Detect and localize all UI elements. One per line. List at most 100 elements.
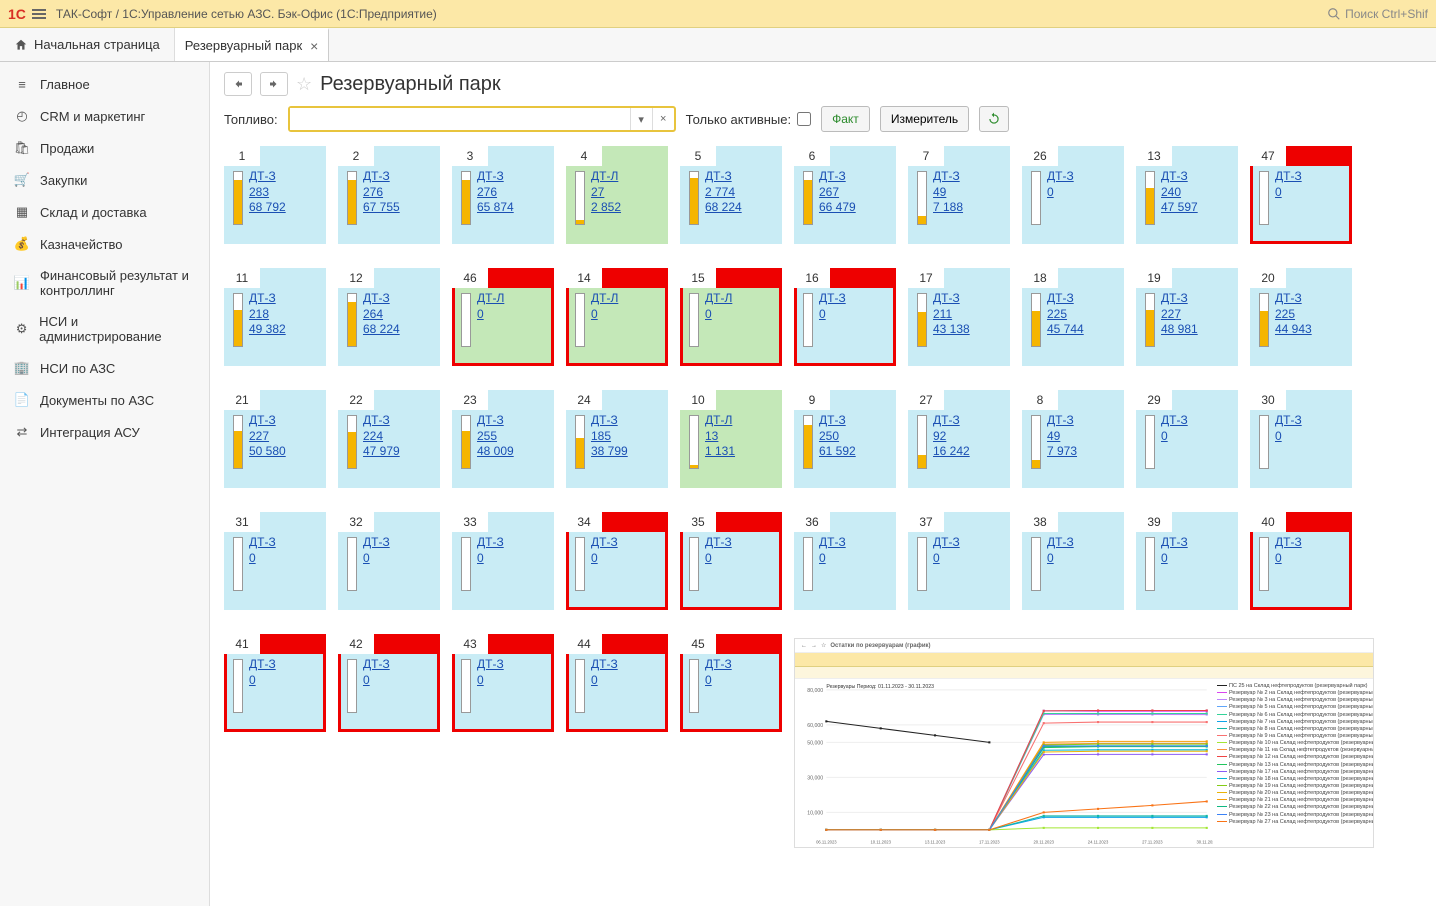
global-search[interactable]: Поиск Ctrl+Shif [1327, 7, 1428, 21]
sidebar-item-warehouse[interactable]: ▦Склад и доставка [0, 196, 209, 228]
tank-value2-link[interactable]: 7 973 [1047, 444, 1077, 460]
tank-value1-link[interactable]: 264 [363, 307, 400, 323]
tank-value2-link[interactable]: 16 242 [933, 444, 970, 460]
tank-fuel-link[interactable]: ДТ-З [249, 535, 276, 551]
tank-card[interactable]: 19ДТ-З22748 981 [1136, 268, 1238, 366]
sidebar-item-main[interactable]: ≡Главное [0, 68, 209, 100]
tank-value1-link[interactable]: 250 [819, 429, 856, 445]
tank-fuel-link[interactable]: ДТ-З [363, 535, 390, 551]
tank-card[interactable]: 46ДТ-Л0 [452, 268, 554, 366]
tank-fuel-link[interactable]: ДТ-З [477, 535, 504, 551]
tank-value1-link[interactable]: 240 [1161, 185, 1198, 201]
tank-value2-link[interactable]: 1 131 [705, 444, 735, 460]
tank-value2-link[interactable]: 68 792 [249, 200, 286, 216]
tank-card[interactable]: 9ДТ-З25061 592 [794, 390, 896, 488]
chart-star-icon[interactable]: ☆ [821, 642, 826, 649]
tank-value1-link[interactable]: 49 [933, 185, 963, 201]
dropdown-icon[interactable]: ▾ [630, 108, 652, 130]
tank-value2-link[interactable]: 0 [363, 673, 390, 689]
sidebar-item-integration[interactable]: ⇄Интеграция АСУ [0, 416, 209, 448]
tank-value2-link[interactable]: 0 [705, 551, 732, 567]
tank-fuel-link[interactable]: ДТ-З [1275, 169, 1302, 185]
tank-value2-link[interactable]: 49 382 [249, 322, 286, 338]
tank-fuel-link[interactable]: ДТ-З [933, 535, 960, 551]
tank-fuel-link[interactable]: ДТ-З [591, 413, 628, 429]
tank-fuel-link[interactable]: ДТ-З [705, 169, 742, 185]
tank-value1-link[interactable]: 27 [591, 185, 621, 201]
tank-value1-link[interactable]: 276 [477, 185, 514, 201]
tank-card[interactable]: 30ДТ-З0 [1250, 390, 1352, 488]
tank-card[interactable]: 22ДТ-З22447 979 [338, 390, 440, 488]
tank-fuel-link[interactable]: ДТ-З [933, 413, 970, 429]
tank-value1-link[interactable]: 225 [1275, 307, 1312, 323]
tank-value2-link[interactable]: 45 744 [1047, 322, 1084, 338]
tank-card[interactable]: 15ДТ-Л0 [680, 268, 782, 366]
tank-value2-link[interactable]: 0 [477, 307, 504, 323]
chart-preview[interactable]: ← → ☆ Остатки по резервуарам (график)10,… [794, 638, 1374, 848]
tank-value1-link[interactable]: 92 [933, 429, 970, 445]
tank-value2-link[interactable]: 0 [1047, 551, 1074, 567]
tank-value1-link[interactable]: 49 [1047, 429, 1077, 445]
tank-fuel-link[interactable]: ДТ-З [249, 291, 286, 307]
tank-card[interactable]: 32ДТ-З0 [338, 512, 440, 610]
tank-value1-link[interactable]: 255 [477, 429, 514, 445]
tank-value2-link[interactable]: 0 [933, 551, 960, 567]
tank-fuel-link[interactable]: ДТ-З [1275, 535, 1302, 551]
tank-fuel-link[interactable]: ДТ-З [363, 291, 400, 307]
tank-value2-link[interactable]: 0 [1275, 551, 1302, 567]
favorite-icon[interactable]: ☆ [296, 74, 312, 95]
tank-card[interactable]: 29ДТ-З0 [1136, 390, 1238, 488]
tank-fuel-link[interactable]: ДТ-З [249, 413, 286, 429]
tank-card[interactable]: 31ДТ-З0 [224, 512, 326, 610]
tank-card[interactable]: 24ДТ-З18538 799 [566, 390, 668, 488]
tank-fuel-link[interactable]: ДТ-З [819, 291, 846, 307]
sidebar-item-sales[interactable]: 🛍Продажи [0, 132, 209, 164]
sidebar-item-docs[interactable]: 📄Документы по АЗС [0, 384, 209, 416]
fuel-select[interactable]: ▾ × [288, 106, 676, 132]
tank-fuel-link[interactable]: ДТ-З [1047, 169, 1074, 185]
tank-card[interactable]: 33ДТ-З0 [452, 512, 554, 610]
tank-value2-link[interactable]: 50 580 [249, 444, 286, 460]
tank-fuel-link[interactable]: ДТ-З [1047, 413, 1077, 429]
tank-value2-link[interactable]: 0 [591, 673, 618, 689]
tank-card[interactable]: 45ДТ-З0 [680, 634, 782, 732]
tank-card[interactable]: 44ДТ-З0 [566, 634, 668, 732]
tank-value2-link[interactable]: 0 [249, 673, 276, 689]
tank-value2-link[interactable]: 0 [477, 673, 504, 689]
tank-value1-link[interactable]: 224 [363, 429, 400, 445]
tank-fuel-link[interactable]: ДТ-З [1161, 413, 1188, 429]
menu-icon[interactable] [32, 9, 46, 19]
tank-value1-link[interactable]: 227 [249, 429, 286, 445]
tank-card[interactable]: 23ДТ-З25548 009 [452, 390, 554, 488]
tank-value2-link[interactable]: 0 [591, 307, 618, 323]
tank-card[interactable]: 17ДТ-З21143 138 [908, 268, 1010, 366]
tank-value2-link[interactable]: 0 [249, 551, 276, 567]
tank-card[interactable]: 7ДТ-З497 188 [908, 146, 1010, 244]
tank-value1-link[interactable]: 227 [1161, 307, 1198, 323]
sidebar-item-treasury[interactable]: 💰Казначейство [0, 228, 209, 260]
tank-value2-link[interactable]: 67 755 [363, 200, 400, 216]
home-tab[interactable]: Начальная страница [0, 28, 175, 61]
tank-fuel-link[interactable]: ДТ-Л [591, 169, 621, 185]
tank-card[interactable]: 14ДТ-Л0 [566, 268, 668, 366]
tank-card[interactable]: 38ДТ-З0 [1022, 512, 1124, 610]
tank-fuel-link[interactable]: ДТ-Л [705, 413, 735, 429]
tank-card[interactable]: 13ДТ-З24047 597 [1136, 146, 1238, 244]
tank-value2-link[interactable]: 48 981 [1161, 322, 1198, 338]
tank-value2-link[interactable]: 61 592 [819, 444, 856, 460]
tank-card[interactable]: 5ДТ-З2 77468 224 [680, 146, 782, 244]
tank-value2-link[interactable]: 7 188 [933, 200, 963, 216]
tank-card[interactable]: 3ДТ-З27665 874 [452, 146, 554, 244]
tank-value2-link[interactable]: 0 [477, 551, 504, 567]
tank-fuel-link[interactable]: ДТ-З [705, 657, 732, 673]
chart-back-icon[interactable]: ← [801, 643, 807, 649]
tank-fuel-link[interactable]: ДТ-З [1161, 291, 1198, 307]
sidebar-item-purchase[interactable]: 🛒Закупки [0, 164, 209, 196]
tank-card[interactable]: 12ДТ-З26468 224 [338, 268, 440, 366]
tank-card[interactable]: 21ДТ-З22750 580 [224, 390, 326, 488]
tank-card[interactable]: 26ДТ-З0 [1022, 146, 1124, 244]
tank-card[interactable]: 11ДТ-З21849 382 [224, 268, 326, 366]
tank-fuel-link[interactable]: ДТ-З [933, 169, 963, 185]
tab-reservoir-park[interactable]: Резервуарный парк × [175, 28, 330, 61]
tank-value2-link[interactable]: 0 [1161, 551, 1188, 567]
